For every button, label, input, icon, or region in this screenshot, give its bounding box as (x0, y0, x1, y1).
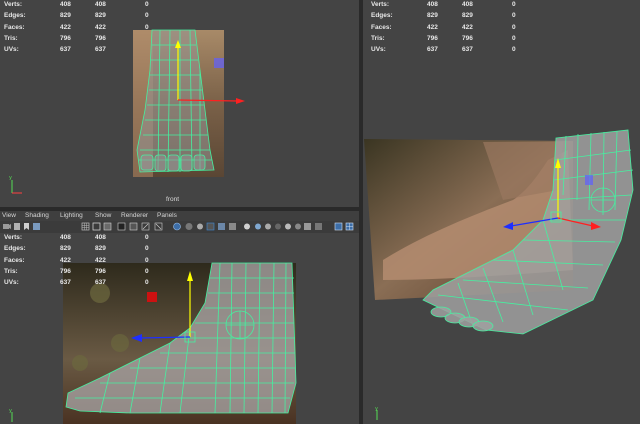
isolate-icon[interactable] (173, 222, 181, 231)
menu-panels[interactable]: Panels (157, 212, 177, 219)
side-view-scene: y (9, 262, 297, 424)
grid-icon[interactable] (81, 222, 90, 231)
front-view-scene: y (9, 29, 245, 194)
axis-indicator-icon: y (9, 175, 22, 194)
viewport-side[interactable]: y Verts: 408 408 0 Edges: 829 829 0 Face… (0, 233, 359, 424)
field-chart-icon[interactable] (129, 222, 138, 231)
resolution-gate-icon[interactable] (103, 222, 112, 231)
menu-lighting[interactable]: Lighting (60, 212, 83, 219)
exposure-icon[interactable] (315, 223, 322, 230)
smooth-shade-icon[interactable] (218, 223, 225, 230)
shadows-icon[interactable] (255, 223, 261, 230)
ambient-occlusion-icon[interactable] (265, 223, 271, 230)
axis-indicator-icon: y (9, 408, 13, 422)
textured-icon[interactable] (229, 223, 236, 230)
four-pane-icon[interactable] (345, 222, 354, 231)
camera-name-label: front (166, 196, 180, 203)
gamma-icon[interactable] (304, 223, 311, 230)
anti-alias-icon[interactable] (285, 223, 291, 230)
svg-text:y: y (9, 408, 12, 414)
safe-action-icon[interactable] (141, 222, 150, 231)
image-plane-icon[interactable] (33, 223, 40, 230)
safe-title-icon[interactable] (154, 222, 163, 231)
camera-attr-icon[interactable] (14, 223, 20, 230)
panel-toolbar (0, 221, 359, 233)
perspective-view-scene: y (364, 129, 634, 420)
camera-icon[interactable] (3, 224, 11, 229)
film-gate-icon[interactable] (92, 222, 101, 231)
menu-view[interactable]: View (2, 212, 16, 219)
wireframe-icon[interactable] (206, 222, 215, 231)
xray-joints-icon[interactable] (197, 223, 203, 230)
bookmark-icon[interactable] (24, 223, 29, 230)
gate-mask-icon[interactable] (117, 222, 126, 231)
depth-of-field-icon[interactable] (295, 223, 301, 230)
menu-shading[interactable]: Shading (25, 212, 49, 219)
svg-text:y: y (375, 406, 378, 412)
panel-menu-bar: View Shading Lighting Show Renderer Pane… (0, 211, 359, 221)
viewport-front[interactable]: Verts: 408 408 0 Edges: 829 829 0 Faces:… (0, 0, 359, 207)
lights-icon[interactable] (244, 223, 250, 230)
menu-show[interactable]: Show (95, 212, 111, 219)
axis-indicator-icon: y (375, 406, 378, 420)
viewport-perspective[interactable]: Verts: 408 408 0 Edges: 829 829 0 Faces:… (363, 0, 640, 424)
motion-blur-icon[interactable] (275, 223, 281, 230)
svg-text:y: y (9, 175, 12, 181)
xray-icon[interactable] (185, 223, 193, 230)
single-pane-icon[interactable] (334, 222, 343, 231)
menu-renderer[interactable]: Renderer (121, 212, 148, 219)
